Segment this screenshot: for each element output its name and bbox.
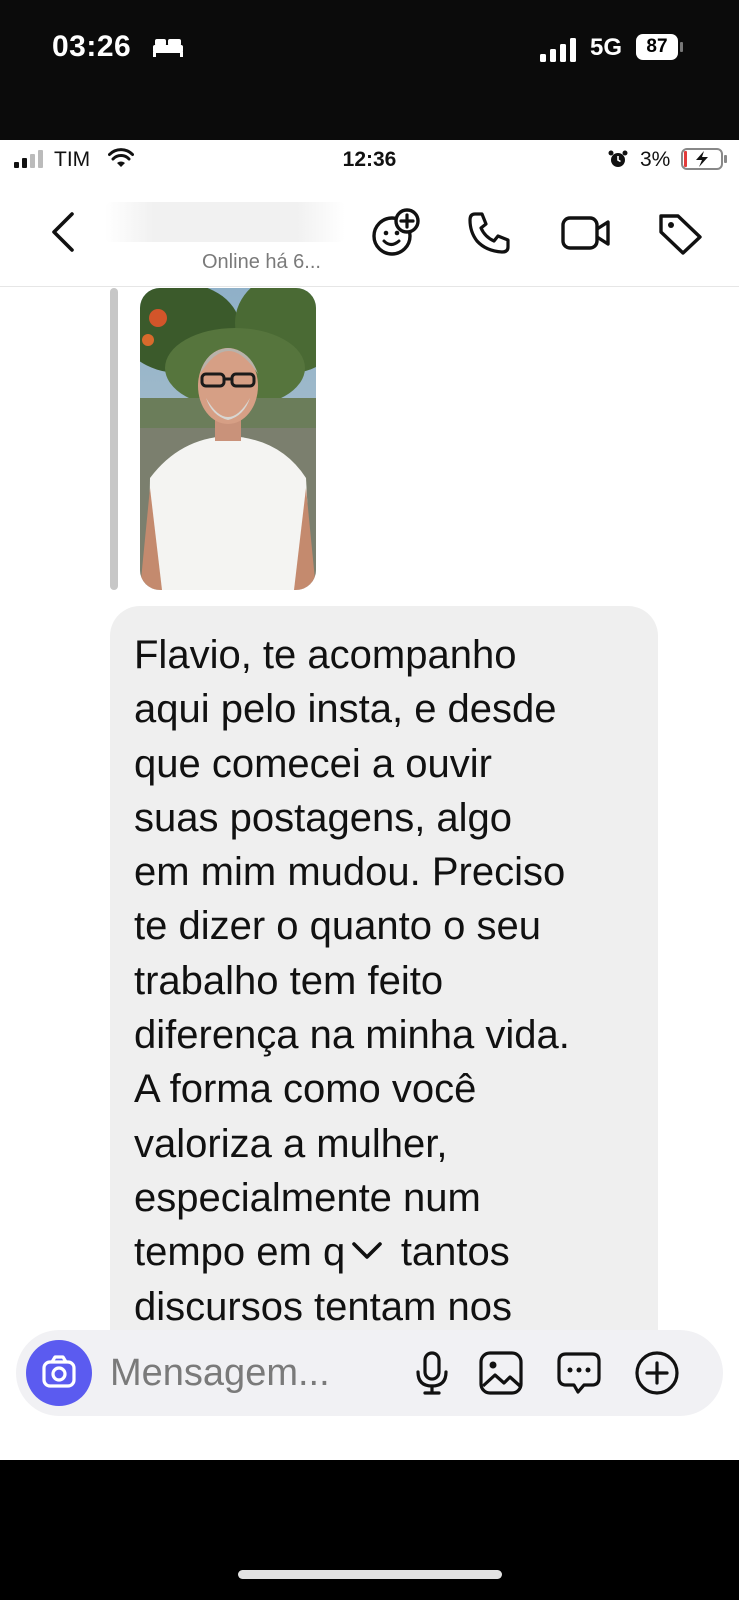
battery-tip [680, 42, 683, 52]
plus-circle-icon[interactable] [634, 1350, 680, 1396]
image-icon[interactable] [478, 1350, 524, 1396]
cellular-signal-icon [540, 38, 576, 62]
message-input[interactable] [110, 1350, 400, 1396]
back-chevron-icon[interactable] [44, 208, 80, 256]
inner-time: 12:36 [342, 148, 397, 171]
message-composer [16, 1330, 723, 1416]
tag-icon[interactable] [656, 210, 704, 256]
contact-online-status: Online há 6... [202, 251, 321, 273]
camera-button[interactable] [26, 1340, 92, 1406]
sticker-icon[interactable] [556, 1350, 602, 1396]
outer-status-bar: 03:26 5G 87 [0, 0, 739, 140]
outer-time: 03:26 [52, 30, 132, 63]
chevron-down-icon[interactable] [344, 1232, 390, 1268]
bed-icon [153, 39, 183, 57]
phone-icon[interactable] [466, 210, 512, 256]
video-camera-icon[interactable] [560, 210, 612, 256]
chat-screen: TIM 12:36 3% Online há 6... Flavio, te a… [0, 140, 739, 1460]
microphone-icon[interactable] [412, 1350, 452, 1396]
network-type: 5G [590, 34, 623, 61]
chat-header: Online há 6... [0, 186, 739, 287]
message-text: Flavio, te acompanho aqui pelo insta, e … [134, 633, 570, 1329]
camera-icon [42, 1355, 76, 1388]
sticker-plus-icon[interactable] [370, 208, 420, 258]
reply-indicator-bar [110, 288, 118, 590]
shared-photo[interactable] [140, 288, 316, 590]
inner-status-bar: TIM 12:36 3% [0, 140, 739, 180]
battery-percent: 3% [640, 148, 671, 171]
home-indicator[interactable] [238, 1570, 502, 1579]
battery-icon: 87 [636, 34, 684, 60]
battery-charging-icon [681, 148, 727, 170]
battery-level: 87 [646, 36, 668, 57]
contact-name-redacted[interactable] [105, 202, 345, 242]
alarm-icon [608, 150, 628, 167]
